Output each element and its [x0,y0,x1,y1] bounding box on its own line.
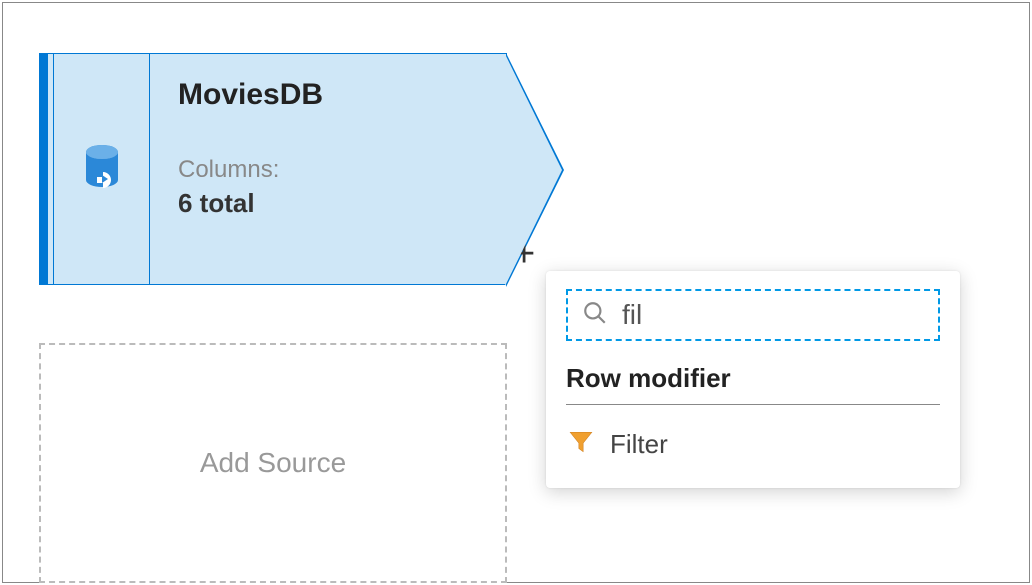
dataflow-canvas: MoviesDB Columns: 6 total + Add Source R… [2,2,1030,583]
source-accent-stripe [40,54,48,284]
source-icon-column [54,54,150,284]
add-source-label: Add Source [200,447,346,479]
search-icon [582,300,608,331]
source-columns-label: Columns: [178,156,478,184]
add-source-placeholder[interactable]: Add Source [39,343,507,583]
search-box[interactable] [566,289,940,341]
menu-item-filter[interactable]: Filter [566,423,940,466]
source-node[interactable]: MoviesDB Columns: 6 total [39,53,507,285]
database-icon [82,144,122,195]
source-node-body: MoviesDB Columns: 6 total [150,54,506,284]
source-columns-value: 6 total [178,188,478,219]
source-title: MoviesDB [178,78,478,112]
funnel-icon [568,429,594,460]
menu-item-label: Filter [610,429,668,460]
transformation-dropdown: Row modifier Filter [546,271,960,488]
dropdown-section-header: Row modifier [566,363,940,405]
search-input[interactable] [622,299,924,331]
